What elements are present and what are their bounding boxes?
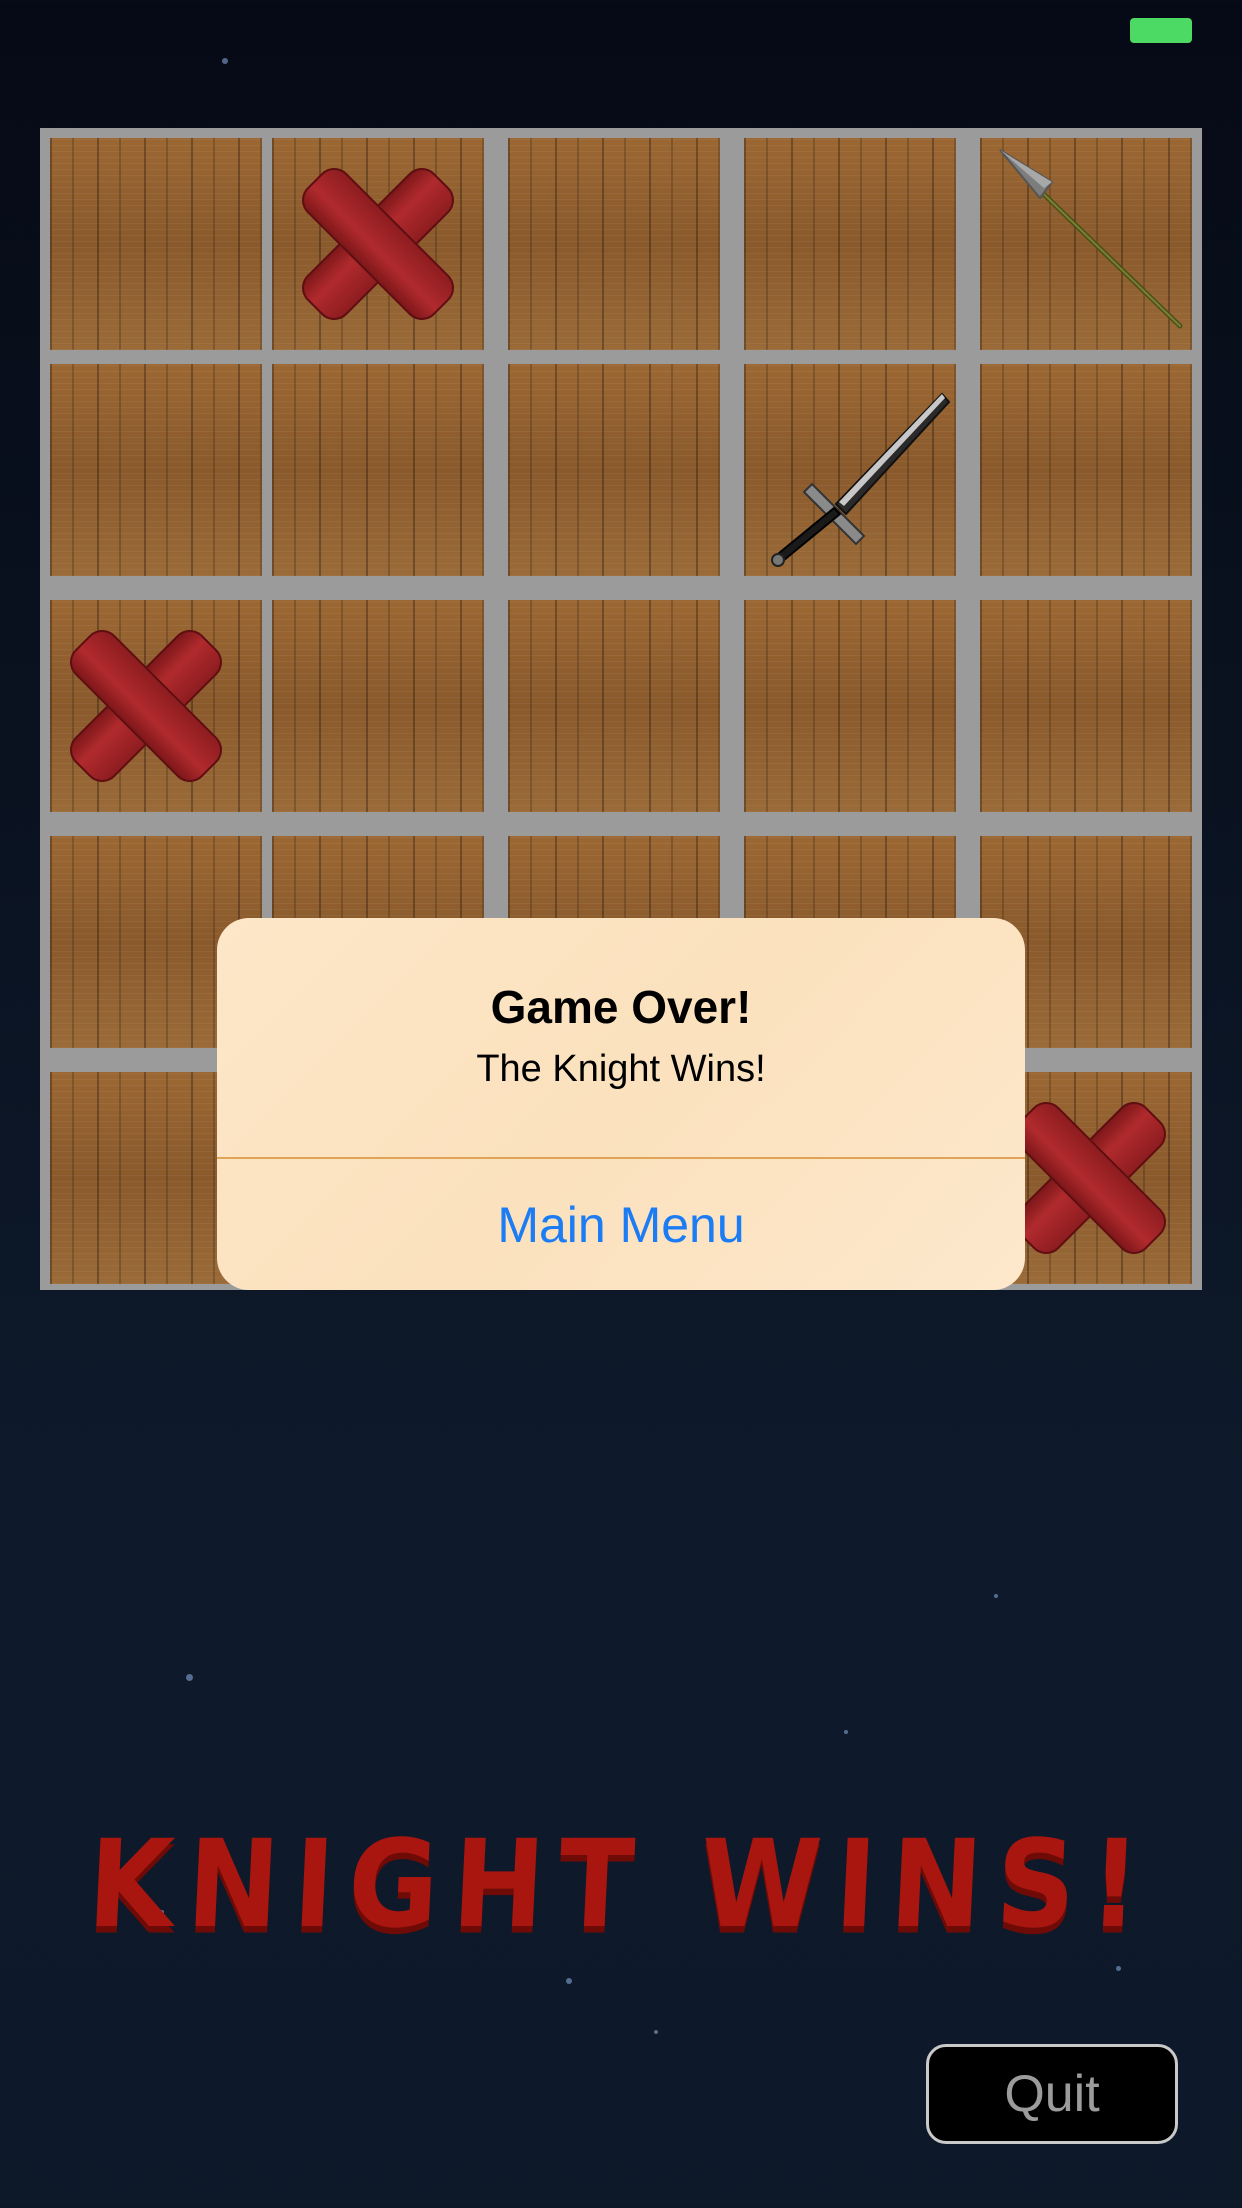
star: [844, 1730, 848, 1734]
board-cell[interactable]: [744, 138, 956, 350]
board-cell[interactable]: [980, 600, 1192, 812]
star: [566, 1978, 572, 1984]
star: [654, 2030, 658, 2034]
dialog-message: The Knight Wins!: [476, 1048, 766, 1090]
board-cell[interactable]: [508, 600, 720, 812]
board-cell[interactable]: [980, 364, 1192, 576]
winner-banner: KNIGHT WINS!: [84, 1813, 1158, 1955]
main-menu-button[interactable]: Main Menu: [217, 1159, 1025, 1290]
board-cell[interactable]: [50, 138, 262, 350]
star: [994, 1594, 998, 1598]
board-cell[interactable]: [50, 364, 262, 576]
x-mark-icon: [56, 616, 236, 796]
game-over-dialog: Game Over! The Knight Wins! Main Menu: [217, 918, 1025, 1290]
x-mark-icon: [288, 154, 468, 334]
dialog-title: Game Over!: [490, 981, 752, 1033]
star: [1116, 1966, 1121, 1971]
board-cell[interactable]: [744, 364, 956, 576]
board-cell[interactable]: [980, 138, 1192, 350]
board-cell[interactable]: [508, 364, 720, 576]
board-cell[interactable]: [508, 138, 720, 350]
x-mark-icon: [1000, 1088, 1180, 1268]
spear-icon: [999, 149, 1183, 329]
board-cell[interactable]: [272, 138, 484, 350]
board-cell[interactable]: [50, 600, 262, 812]
board-cell[interactable]: [744, 600, 956, 812]
quit-button[interactable]: Quit: [926, 2044, 1178, 2144]
star: [222, 58, 228, 64]
board-cell[interactable]: [272, 600, 484, 812]
star: [186, 1674, 193, 1681]
board-cell[interactable]: [272, 364, 484, 576]
sword-icon: [771, 392, 951, 567]
battery-indicator: [1130, 18, 1192, 43]
